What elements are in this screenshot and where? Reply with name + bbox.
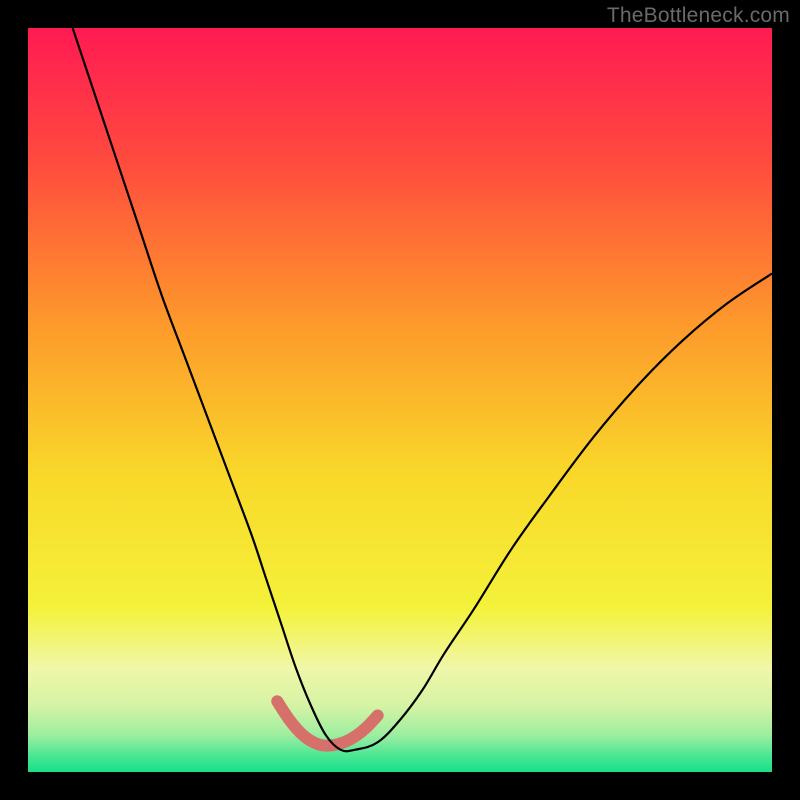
chart-stage: TheBottleneck.com [0,0,800,800]
plot-area [28,28,772,772]
chart-curves [28,28,772,772]
watermark-text: TheBottleneck.com [607,4,790,28]
series-bottleneck-curve [73,28,772,751]
